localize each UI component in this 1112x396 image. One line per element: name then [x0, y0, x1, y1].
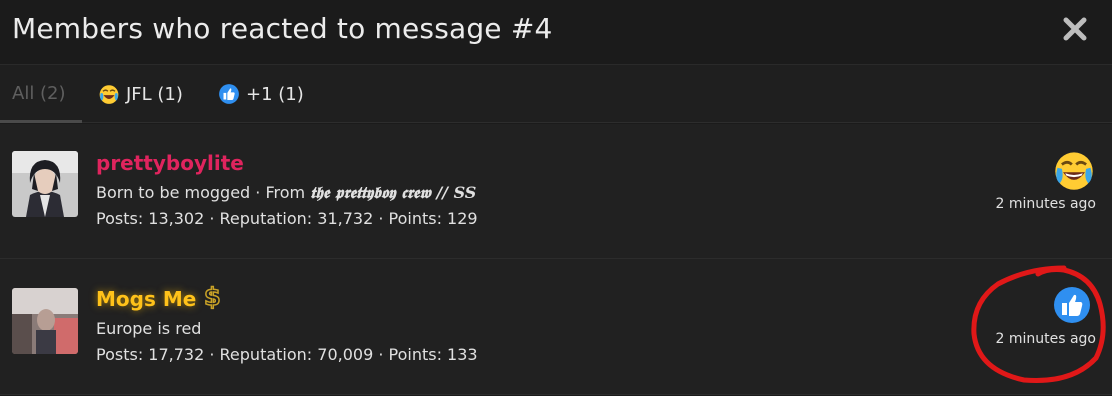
dialog-title: Members who reacted to message #4	[12, 12, 553, 45]
tab-jfl[interactable]: JFL (1)	[98, 83, 183, 105]
user-title-text: Born to be mogged · From	[96, 183, 311, 202]
reaction-time: 2 minutes ago	[995, 331, 1096, 347]
avatar[interactable]	[12, 288, 78, 354]
tab-all[interactable]: All (2)	[12, 83, 66, 104]
user-title: Europe is red	[96, 319, 202, 338]
user-title: Born to be mogged · From 𝖙𝖍𝖊 𝖕𝖗𝖊𝖙𝖙𝖞𝖇𝖔𝖞 𝖈…	[96, 183, 476, 203]
reaction-tabs: All (2) JFL (1) +1 (1)	[0, 65, 1112, 123]
member-row: prettyboylite Born to be mogged · From 𝖙…	[0, 124, 1112, 259]
user-stats: Posts: 17,732 · Reputation: 70,009 · Poi…	[96, 345, 478, 364]
user-title-styled: 𝖙𝖍𝖊 𝖕𝖗𝖊𝖙𝖙𝖞𝖇𝖔𝖞 𝖈𝖗𝖊𝖜 // SS	[310, 183, 477, 202]
tab-label: JFL (1)	[126, 83, 183, 105]
joy-emoji-icon	[1055, 152, 1093, 190]
user-stats: Posts: 13,302 · Reputation: 31,732 · Poi…	[96, 209, 478, 228]
active-tab-underline	[0, 120, 82, 123]
close-icon[interactable]	[1060, 14, 1090, 44]
username[interactable]: prettyboylite	[96, 151, 244, 175]
avatar[interactable]	[12, 151, 78, 217]
thumbs-up-icon	[1054, 287, 1090, 323]
reaction-time: 2 minutes ago	[995, 196, 1096, 212]
thumbs-up-icon	[219, 84, 239, 104]
member-row: Mogs Me $ Europe is red Posts: 17,732 · …	[0, 259, 1112, 395]
username[interactable]: Mogs Me	[96, 287, 196, 311]
tab-label: All (2)	[12, 83, 66, 104]
dollar-badge: $	[203, 282, 221, 312]
tab-plus-one[interactable]: +1 (1)	[218, 83, 304, 105]
joy-emoji-icon	[99, 85, 119, 104]
dialog-header: Members who reacted to message #4	[0, 0, 1112, 65]
tab-label: +1 (1)	[246, 83, 304, 105]
